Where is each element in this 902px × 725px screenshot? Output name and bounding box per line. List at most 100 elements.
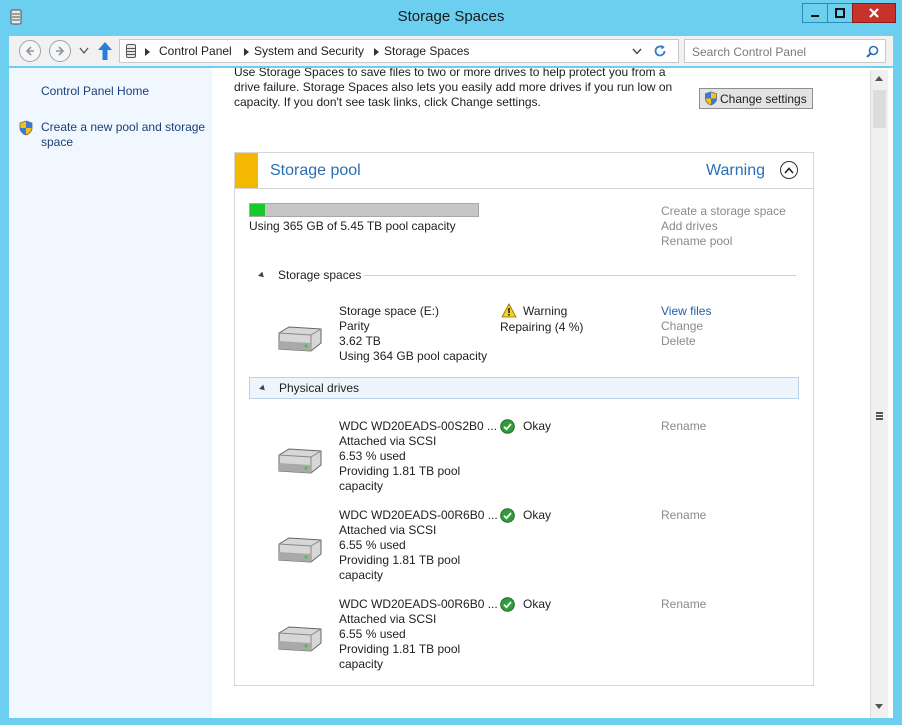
title-bar[interactable]: Storage Spaces — [0, 0, 902, 34]
address-dropdown-chevron-icon[interactable] — [632, 48, 642, 55]
drive-status: Okay — [523, 508, 552, 522]
sidebar-item-control-panel-home[interactable]: Control Panel Home — [41, 84, 149, 99]
drive-providing: Providing 1.81 TB pool — [339, 642, 461, 656]
recent-pages-chevron-icon[interactable] — [79, 47, 89, 55]
drive-name: WDC WD20EADS-00R6B0 ... — [339, 508, 498, 522]
storage-spaces-section-header[interactable]: Storage spaces — [249, 265, 797, 287]
breadcrumb-storage-spaces[interactable]: Storage Spaces — [384, 44, 469, 58]
breadcrumb-system-and-security[interactable]: System and Security — [254, 44, 364, 58]
storage-spaces-location-icon — [126, 44, 136, 58]
hard-drive-icon — [278, 326, 322, 352]
vertical-scrollbar[interactable] — [870, 70, 888, 718]
uac-shield-icon — [705, 91, 717, 106]
section-label: Storage spaces — [278, 268, 362, 282]
breadcrumb-separator-icon[interactable] — [244, 48, 249, 56]
drive-name: WDC WD20EADS-00R6B0 ... — [339, 597, 498, 611]
rename-drive-link[interactable]: Rename — [661, 597, 706, 612]
sidebar-item-create-pool[interactable]: Create a new pool and storage space — [41, 120, 209, 150]
breadcrumb-separator-icon[interactable] — [145, 48, 150, 56]
search-icon[interactable] — [866, 45, 879, 58]
search-input[interactable]: Search Control Panel — [684, 39, 886, 63]
chevron-up-icon — [784, 166, 794, 174]
collapse-button[interactable] — [780, 161, 798, 179]
drive-providing: capacity — [339, 479, 384, 493]
back-arrow-icon — [25, 46, 34, 56]
pool-capacity-bar — [249, 203, 479, 217]
address-box[interactable]: Control Panel System and Security Storag… — [119, 39, 679, 63]
intro-line: drive failure. Storage Spaces also lets … — [234, 80, 673, 94]
drive-providing: Providing 1.81 TB pool — [339, 464, 461, 478]
okay-check-icon — [500, 419, 515, 434]
space-resiliency: Parity — [339, 319, 370, 333]
storage-pool-panel: Storage pool Warning Using 365 GB of 5.4… — [234, 152, 814, 686]
drive-providing: Providing 1.81 TB pool — [339, 553, 461, 567]
scroll-up-arrow-icon[interactable] — [875, 76, 883, 81]
change-space-link[interactable]: Change — [661, 319, 703, 334]
space-usage: Using 364 GB pool capacity — [339, 349, 488, 363]
close-button[interactable] — [852, 3, 896, 23]
close-icon — [869, 8, 879, 18]
breadcrumb-control-panel[interactable]: Control Panel — [159, 44, 232, 58]
scrollbar-thumb[interactable] — [873, 90, 886, 128]
drive-attach: Attached via SCSI — [339, 612, 437, 626]
hard-drive-icon — [278, 448, 322, 474]
minimize-button[interactable] — [802, 3, 828, 23]
section-divider — [364, 275, 796, 276]
storage-pool-header[interactable]: Storage pool Warning — [235, 153, 813, 189]
drive-used: 6.55 % used — [339, 627, 406, 641]
pool-status: Warning — [706, 162, 765, 179]
up-arrow-icon[interactable] — [97, 41, 113, 61]
navigation-bar: Control Panel System and Security Storag… — [9, 36, 893, 66]
space-size: 3.62 TB — [339, 334, 381, 348]
section-label: Physical drives — [279, 381, 360, 395]
view-files-link[interactable]: View files — [661, 304, 711, 319]
breadcrumb-separator-icon[interactable] — [374, 48, 379, 56]
space-status: Warning — [523, 304, 568, 318]
okay-check-icon — [500, 508, 515, 523]
create-storage-space-link[interactable]: Create a storage space — [661, 204, 786, 219]
scroll-down-arrow-icon[interactable] — [875, 704, 883, 709]
space-status-detail: Repairing (4 %) — [500, 320, 584, 334]
collapse-triangle-icon — [258, 271, 266, 280]
add-drives-link[interactable]: Add drives — [661, 219, 718, 234]
collapse-triangle-icon — [259, 384, 267, 393]
drive-providing: capacity — [339, 568, 384, 582]
search-placeholder: Search Control Panel — [692, 45, 807, 59]
sidebar: Control Panel Home Create a new pool and… — [9, 68, 212, 718]
drive-status: Okay — [523, 597, 552, 611]
drive-used: 6.55 % used — [339, 538, 406, 552]
drive-attach: Attached via SCSI — [339, 523, 437, 537]
pool-capacity-fill — [250, 204, 265, 216]
pool-title: Storage pool — [270, 162, 361, 179]
forward-arrow-icon — [56, 46, 65, 56]
pool-capacity-text: Using 365 GB of 5.45 TB pool capacity — [249, 219, 456, 233]
refresh-icon[interactable] — [653, 44, 667, 58]
drive-name: WDC WD20EADS-00S2B0 ... — [339, 419, 498, 433]
uac-shield-icon — [19, 120, 33, 136]
main-content: Use Storage Spaces to save files to two … — [212, 68, 876, 718]
hard-drive-icon — [278, 537, 322, 563]
rename-pool-link[interactable]: Rename pool — [661, 234, 732, 249]
delete-space-link[interactable]: Delete — [661, 334, 696, 349]
drive-attach: Attached via SCSI — [339, 434, 437, 448]
maximize-icon — [835, 8, 845, 18]
rename-drive-link[interactable]: Rename — [661, 508, 706, 523]
intro-text: Use Storage Spaces to save files to two … — [234, 68, 674, 110]
space-name: Storage space (E:) — [339, 304, 440, 318]
window: Storage Spaces Control Panel System and … — [0, 0, 902, 725]
client-area: Control Panel Home Create a new pool and… — [9, 68, 893, 718]
drive-providing: capacity — [339, 657, 384, 671]
maximize-button[interactable] — [827, 3, 853, 23]
forward-button[interactable] — [49, 40, 71, 62]
window-title: Storage Spaces — [397, 8, 505, 25]
drive-used: 6.53 % used — [339, 449, 406, 463]
minimize-icon — [811, 15, 819, 17]
rename-drive-link[interactable]: Rename — [661, 419, 706, 434]
back-button[interactable] — [19, 40, 41, 62]
physical-drives-section-header[interactable]: Physical drives — [249, 377, 799, 399]
drive-status: Okay — [523, 419, 552, 433]
change-settings-button[interactable]: Change settings — [699, 88, 813, 109]
intro-line: capacity. If you don't see task links, c… — [234, 95, 541, 109]
okay-check-icon — [500, 597, 515, 612]
intro-line: Use Storage Spaces to save files to two … — [234, 68, 666, 79]
